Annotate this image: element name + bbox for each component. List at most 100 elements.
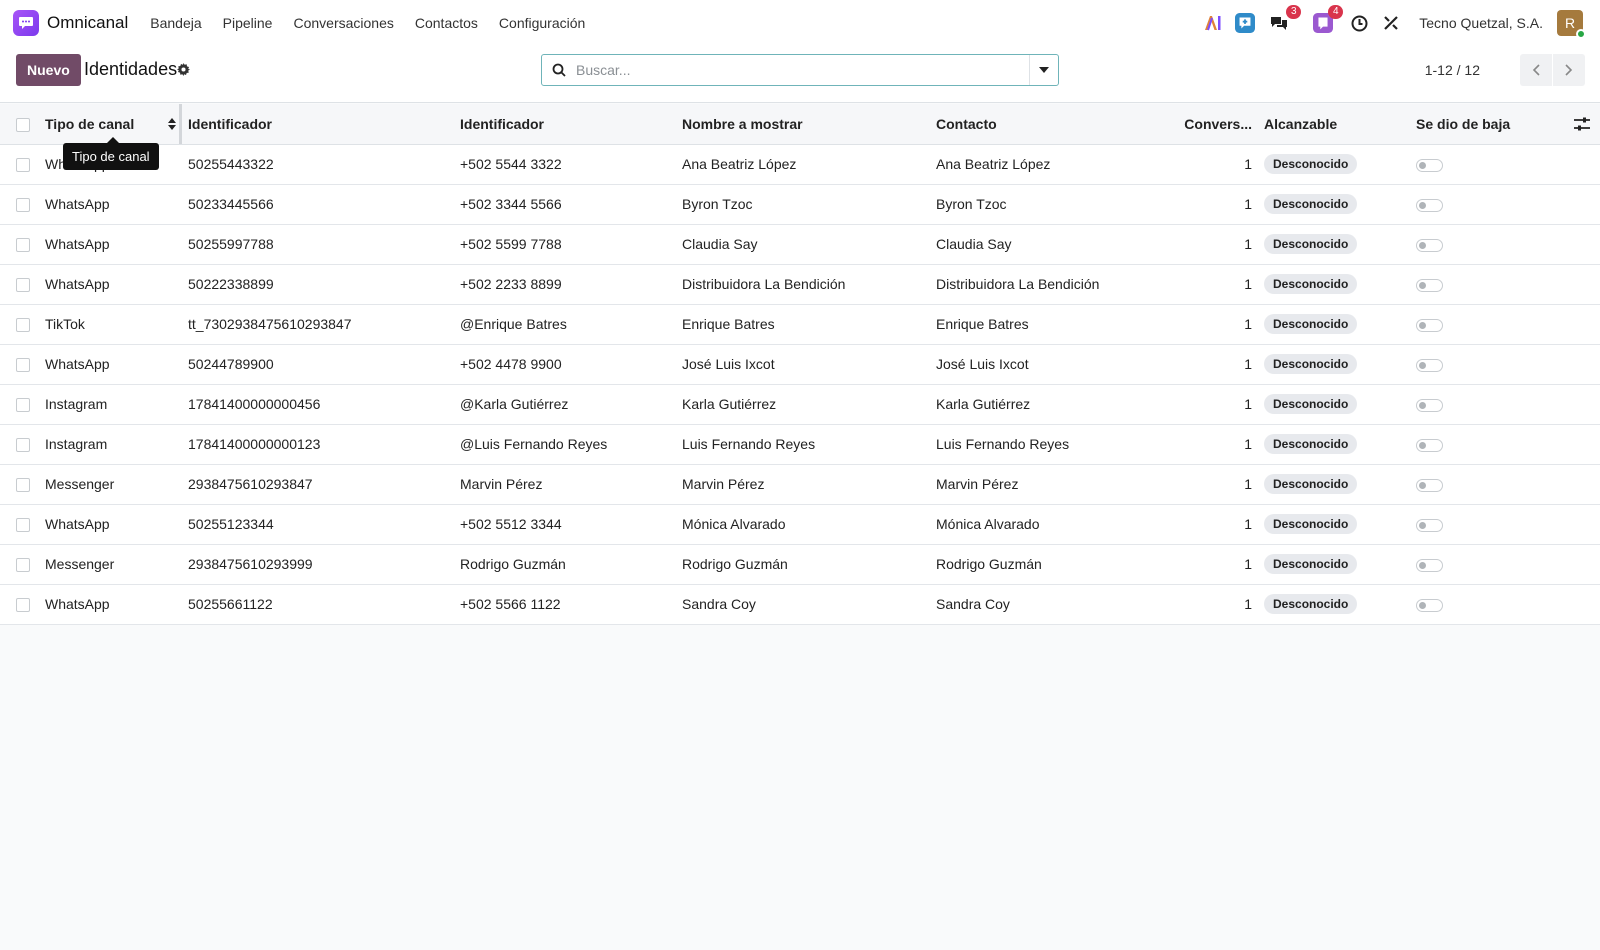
row-checkbox[interactable] [16,598,30,613]
column-header-handle[interactable]: Identificador [454,104,676,144]
cell-unsubscribed [1410,584,1600,624]
select-all-checkbox[interactable] [16,117,30,132]
column-header-conversations[interactable]: Convers... [1178,104,1258,144]
table-row[interactable]: WhatsApp 50255997788 +502 5599 7788 Claudia… [0,224,1600,264]
cell-display-name: Byron Tzoc [682,196,753,212]
clock-icon[interactable] [1349,13,1369,33]
cell-handle: Rodrigo Guzmán [460,556,566,572]
table-row[interactable]: Instagram 17841400000000456 @Karla Gutiérr… [0,384,1600,424]
row-checkbox[interactable] [16,558,30,573]
table-row[interactable]: WhatsApp 50255661122 +502 5566 1122 Sandra … [0,584,1600,624]
user-avatar[interactable]: R [1557,10,1586,39]
reachable-badge: Desconocido [1264,314,1358,334]
unsubscribed-toggle[interactable] [1416,198,1443,212]
menu-item-contactos[interactable]: Contactos [415,15,478,31]
cell-handle: @Enrique Batres [460,316,567,332]
row-checkbox[interactable] [16,518,30,533]
unsubscribed-toggle[interactable] [1416,158,1443,172]
cell-reachable: Desconocido [1258,504,1410,544]
unsubscribed-toggle[interactable] [1416,438,1443,452]
company-switcher[interactable]: Tecno Quetzal, S.A. [1419,15,1543,31]
cell-display-name: Karla Gutiérrez [682,396,777,412]
table-row[interactable]: WhatsApp 50244789900 +502 4478 9900 José Lu… [0,344,1600,384]
chat-support-icon[interactable] [1235,13,1256,33]
menu-item-bandeja[interactable]: Bandeja [150,15,201,31]
cell-unsubscribed [1410,184,1600,224]
column-header-unsubscribed[interactable]: Se dio de baja [1410,104,1600,144]
row-checkbox[interactable] [16,318,30,333]
row-checkbox[interactable] [16,198,30,213]
cell-contact: Sandra Coy [936,596,1010,612]
row-checkbox[interactable] [16,238,30,253]
table-row[interactable]: WhatsApp 50233445566 +502 3344 5566 Byron T… [0,184,1600,224]
table-row[interactable]: WhatsApp50255443322+502 5544 3322Ana Bea… [0,144,1600,184]
unsubscribed-toggle[interactable] [1416,318,1443,332]
row-checkbox[interactable] [16,358,30,373]
cell-handle: +502 3344 5566 [460,196,562,212]
row-checkbox[interactable] [16,278,30,293]
cell-reachable: Desconocido [1258,464,1410,504]
pager-next-button[interactable] [1553,54,1585,86]
row-checkbox[interactable] [16,478,30,493]
row-checkbox-cell [0,464,39,504]
unsubscribed-toggle[interactable] [1416,358,1443,372]
unsubscribed-toggle[interactable] [1416,478,1443,492]
row-checkbox[interactable] [16,158,30,173]
search-input[interactable] [576,62,1029,78]
row-checkbox-cell [0,184,39,224]
select-all-checkbox-cell [0,104,39,144]
cell-unsubscribed [1410,464,1600,504]
cell-handle: +502 5544 3322 [460,156,562,172]
column-label: Convers... [1184,115,1252,132]
table-row[interactable]: Messenger 2938475610293999 Rodrigo Guzmán R… [0,544,1600,584]
avatar-letter: R [1564,15,1576,31]
gear-icon[interactable] [177,63,190,79]
cell-handle: @Karla Gutiérrez [460,396,569,412]
unsubscribed-toggle[interactable] [1416,398,1443,412]
app-logo-icon[interactable] [13,10,39,36]
table-row[interactable]: WhatsApp 50255123344 +502 5512 3344 Mónica … [0,504,1600,544]
cell-reachable: Desconocido [1258,184,1410,224]
column-header-identifier[interactable]: Identificador [182,104,454,144]
cell-unsubscribed [1410,144,1600,184]
column-header-reachable[interactable]: Alcanzable [1258,104,1410,144]
sort-icon[interactable] [168,117,176,133]
activities-icon[interactable]: 4 [1313,5,1344,33]
menu-item-pipeline[interactable]: Pipeline [223,15,273,31]
table-row[interactable]: Messenger 2938475610293847 Marvin Pérez Mar… [0,464,1600,504]
new-button[interactable]: Nuevo [16,54,81,86]
menu-item-conversaciones[interactable]: Conversaciones [293,15,393,31]
app-name[interactable]: Omnicanal [47,13,128,33]
cell-conversations: 1 [1244,356,1252,372]
unsubscribed-toggle[interactable] [1416,598,1443,612]
unsubscribed-toggle[interactable] [1416,558,1443,572]
row-checkbox-cell [0,304,39,344]
cell-channel-type: WhatsApp [45,356,110,372]
cell-contact: Byron Tzoc [936,196,1007,212]
cell-channel-type: Instagram [45,436,108,452]
tools-icon[interactable] [1381,13,1401,33]
search-icon [542,63,576,77]
cell-contact: Distribuidora La Bendición [936,276,1100,292]
unsubscribed-toggle[interactable] [1416,238,1443,252]
table-row[interactable]: TikTok tt_7302938475610293847 @Enrique Bat… [0,304,1600,344]
cell-display-name: Luis Fernando Reyes [682,436,816,452]
unsubscribed-toggle[interactable] [1416,518,1443,532]
row-checkbox[interactable] [16,398,30,413]
systray: 3 4 Tecno Quetzal, S.A. R [1191,0,1586,46]
search-options-toggle[interactable] [1029,55,1058,85]
menu-item-configuracion[interactable]: Configuración [499,15,585,31]
ai-icon[interactable] [1203,13,1223,33]
unsubscribed-toggle[interactable] [1416,278,1443,292]
optional-columns-icon[interactable] [1574,117,1590,134]
pager-value[interactable]: 1-12 / 12 [1425,62,1480,78]
table-row[interactable]: Instagram 17841400000000123 @Luis Fernando… [0,424,1600,464]
column-header-display-name[interactable]: Nombre a mostrar [676,104,930,144]
messages-icon[interactable]: 3 [1269,5,1302,33]
cell-conversations: 1 [1244,556,1252,572]
row-checkbox[interactable] [16,438,30,453]
table-row[interactable]: WhatsApp 50222338899 +502 2233 8899 Distrib… [0,264,1600,304]
cell-identifier: 2938475610293847 [188,476,313,492]
column-header-contact[interactable]: Contacto [930,104,1178,144]
pager-previous-button[interactable] [1520,54,1552,86]
